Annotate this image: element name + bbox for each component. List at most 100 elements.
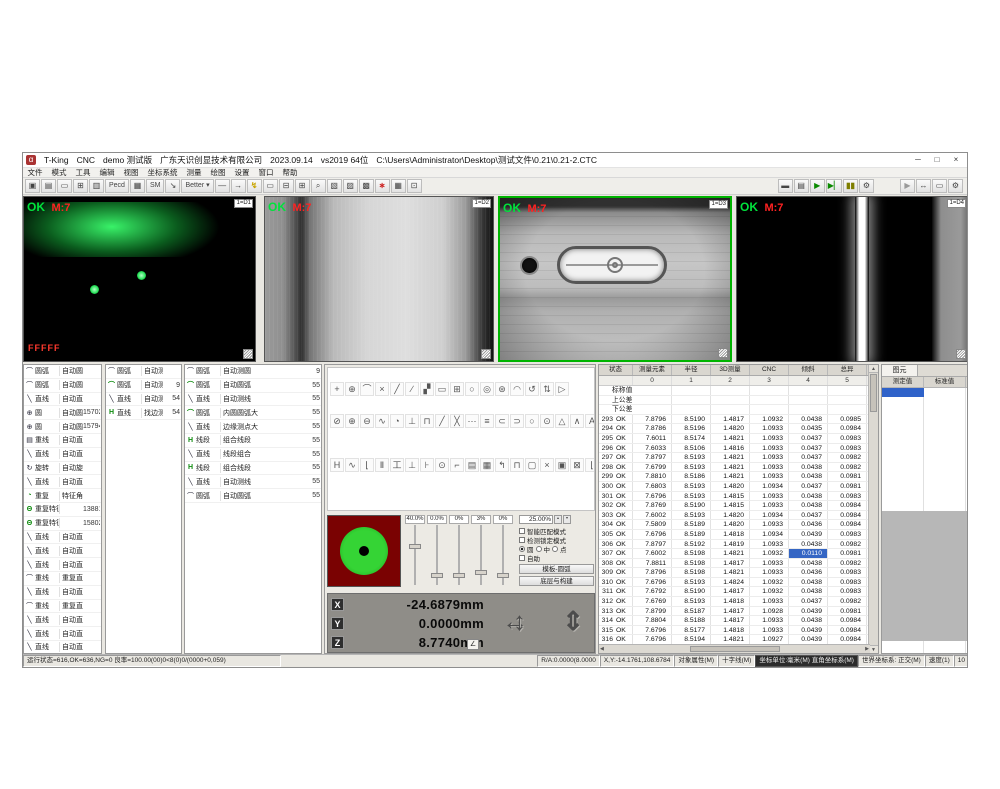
menu-item[interactable]: 编辑	[95, 168, 119, 178]
toolbar-button-icon[interactable]: ▣	[25, 179, 40, 193]
toolbar-button-icon[interactable]: ▭	[57, 179, 72, 193]
tool-button-icon[interactable]: ∿	[345, 458, 359, 472]
list-item[interactable]: ⌒ 圆弧 内圆圆弧大 55	[185, 406, 321, 420]
list-item[interactable]: ⌒ 圆弧 自动测圆	[106, 365, 181, 379]
tool-button-icon[interactable]: ▢	[525, 458, 539, 472]
tool-button-icon[interactable]: ▞	[420, 382, 434, 396]
tool-button-icon[interactable]: ╱	[435, 414, 449, 428]
camera-view-2[interactable]: OK M:7 1=D2	[264, 196, 494, 362]
toolbar-button-icon[interactable]: ▮▮	[843, 179, 858, 193]
list-item[interactable]: ╲ 直线 自动直线	[24, 558, 101, 572]
radio-icon[interactable]	[552, 546, 558, 552]
summary-column-header[interactable]: 检查值	[966, 377, 968, 387]
table-special-row[interactable]: 上公差	[599, 396, 870, 406]
toolbar-button-icon[interactable]: ⚙	[948, 179, 963, 193]
list-item[interactable]: ⌒ 圆弧 自动圆弧	[24, 379, 101, 393]
tool-button-icon[interactable]: ◎	[480, 382, 494, 396]
menu-item[interactable]: 帮助	[278, 168, 302, 178]
toolbar-button-icon[interactable]: SM	[146, 179, 165, 193]
list-item[interactable]: ╲ 直线 自动直线	[24, 393, 101, 407]
table-row[interactable]: 300 OK 7.6803 8.5193 1.4820 1.0934 0.043…	[599, 482, 870, 492]
table-special-row[interactable]: 标称值	[599, 386, 870, 396]
table-row[interactable]: 312 OK 7.6769 8.5193 1.4818 1.0933 0.043…	[599, 597, 870, 607]
list-item[interactable]: ⌒ 圆弧 自动测圆 9	[106, 379, 181, 393]
tool-button-icon[interactable]: ⊃	[510, 414, 524, 428]
close-button[interactable]: ×	[948, 154, 964, 166]
tool-button-icon[interactable]: ○	[525, 414, 539, 428]
tool-button-icon[interactable]: ⊕	[345, 382, 359, 396]
toolbar-button-icon[interactable]: ▧	[327, 179, 342, 193]
table-row[interactable]: 311 OK 7.6792 8.5190 1.4817 1.0932 0.043…	[599, 587, 870, 597]
toolbar-button-icon[interactable]: Better ▾	[181, 179, 213, 193]
column-header[interactable]: 状态	[599, 365, 633, 375]
list-item[interactable]: ╲ 直线 自动直线	[24, 531, 101, 545]
title-bar[interactable]: α T-King CNC demo 测试版 广东天识创显技术有限公司 2023.…	[23, 153, 967, 168]
tool-button-icon[interactable]: ⌒	[360, 382, 374, 396]
resize-grip-icon[interactable]	[243, 349, 253, 359]
tool-button-icon[interactable]: ⌊	[360, 458, 374, 472]
scrollbar-thumb[interactable]	[870, 374, 877, 412]
match-slider[interactable]: 0%	[493, 515, 513, 587]
match-slider[interactable]: 40.0%	[405, 515, 425, 587]
table-row[interactable]: 309 OK 7.8796 8.5198 1.4821 1.0933 0.043…	[599, 568, 870, 578]
menu-item[interactable]: 坐标系统	[143, 168, 182, 178]
tool-button-icon[interactable]: ⊙	[540, 414, 554, 428]
toolbar-button-icon[interactable]: ↯	[247, 179, 262, 193]
tool-button-icon[interactable]: ↺	[525, 382, 539, 396]
list-item[interactable]: ╲ 直线 线段组合 55	[185, 448, 321, 462]
list-item[interactable]: ╲ 直线 自动直线	[24, 544, 101, 558]
match-slider[interactable]: 3%	[471, 515, 491, 587]
vertical-scrollbar[interactable]: ▲ ▼	[868, 365, 878, 653]
toolbar-button-icon[interactable]: ▤	[41, 179, 56, 193]
column-header[interactable]: 半径	[672, 365, 711, 375]
toolbar-button-icon[interactable]: ▶	[810, 179, 825, 193]
slider-handle[interactable]	[453, 573, 465, 578]
threshold-input[interactable]: 25.00%	[519, 515, 553, 524]
slider-handle[interactable]	[475, 570, 487, 575]
toolbar-button-icon[interactable]: ▭	[932, 179, 947, 193]
checkbox-icon[interactable]	[519, 555, 525, 561]
tool-button-icon[interactable]: ⇅	[540, 382, 554, 396]
table-row[interactable]: 315 OK 7.6796 8.5177 1.4818 1.0933 0.043…	[599, 626, 870, 636]
tool-button-icon[interactable]: Ⅱ	[375, 458, 389, 472]
template-arc-button[interactable]: 模板-圆弧	[519, 564, 594, 574]
list-item[interactable]: Θ 重复特征 15802	[24, 517, 101, 531]
toolbar-button-icon[interactable]: ∗	[375, 179, 390, 193]
tool-button-icon[interactable]: ≡	[480, 414, 494, 428]
tool-button-icon[interactable]: ⊥	[405, 458, 419, 472]
tab-elements[interactable]: 图元	[882, 365, 918, 376]
toolbar-button-icon[interactable]: ⌕	[311, 179, 326, 193]
scroll-right-icon[interactable]: ▶	[865, 646, 869, 652]
list-item[interactable]: ╲ 直线 自动直线	[24, 475, 101, 489]
table-row[interactable]: 306 OK 7.8797 8.5192 1.4819 1.0933 0.043…	[599, 540, 870, 550]
camera-view-3-active[interactable]: OK M:7 1=D3	[498, 196, 732, 362]
selected-cell-highlight[interactable]	[882, 388, 924, 397]
toolbar-button-icon[interactable]: ↘	[165, 179, 180, 193]
table-row[interactable]: 307 OK 7.6002 8.5198 1.4821 1.0932 0.011…	[599, 549, 870, 559]
column-header[interactable]: 倾斜	[789, 365, 828, 375]
tool-button-icon[interactable]: △	[555, 414, 569, 428]
toolbar-button-icon[interactable]: ▦	[130, 179, 145, 193]
list-item[interactable]: ⌒ 重线 重复直线	[24, 600, 101, 614]
match-slider[interactable]: 0.0%	[427, 515, 447, 587]
list-item[interactable]: ╲ 直线 边缘测点大 55	[185, 420, 321, 434]
tool-button-icon[interactable]: ⊙	[435, 458, 449, 472]
table-row[interactable]: 308 OK 7.8811 8.5198 1.4817 1.0933 0.043…	[599, 559, 870, 569]
menu-item[interactable]: 视图	[119, 168, 143, 178]
minimize-button[interactable]: ─	[910, 154, 926, 166]
list-item[interactable]: ╲ 直线 自动测线 55	[185, 475, 321, 489]
table-row[interactable]: 296 OK 7.6033 8.5106 1.4816 1.0933 0.043…	[599, 444, 870, 454]
list-item[interactable]: ◔ 重复 特征角度	[24, 489, 101, 503]
list-item[interactable]: ⌒ 圆弧 自动圆弧 55	[185, 489, 321, 503]
table-row[interactable]: 295 OK 7.6011 8.5174 1.4821 1.0933 0.043…	[599, 434, 870, 444]
tool-button-icon[interactable]: ⊛	[495, 382, 509, 396]
tool-button-icon[interactable]: ⊥	[405, 414, 419, 428]
tool-button-icon[interactable]: ×	[540, 458, 554, 472]
tool-button-icon[interactable]: ↰	[495, 458, 509, 472]
slider-track[interactable]	[496, 525, 510, 587]
summary-column-header[interactable]: 标准值	[924, 377, 966, 387]
maximize-button[interactable]: □	[929, 154, 945, 166]
list-item[interactable]: ╲ 直线 自动直线	[24, 641, 101, 654]
toolbar-button-icon[interactable]: ▶▏	[826, 179, 842, 193]
tool-button-icon[interactable]: ⊘	[330, 414, 344, 428]
